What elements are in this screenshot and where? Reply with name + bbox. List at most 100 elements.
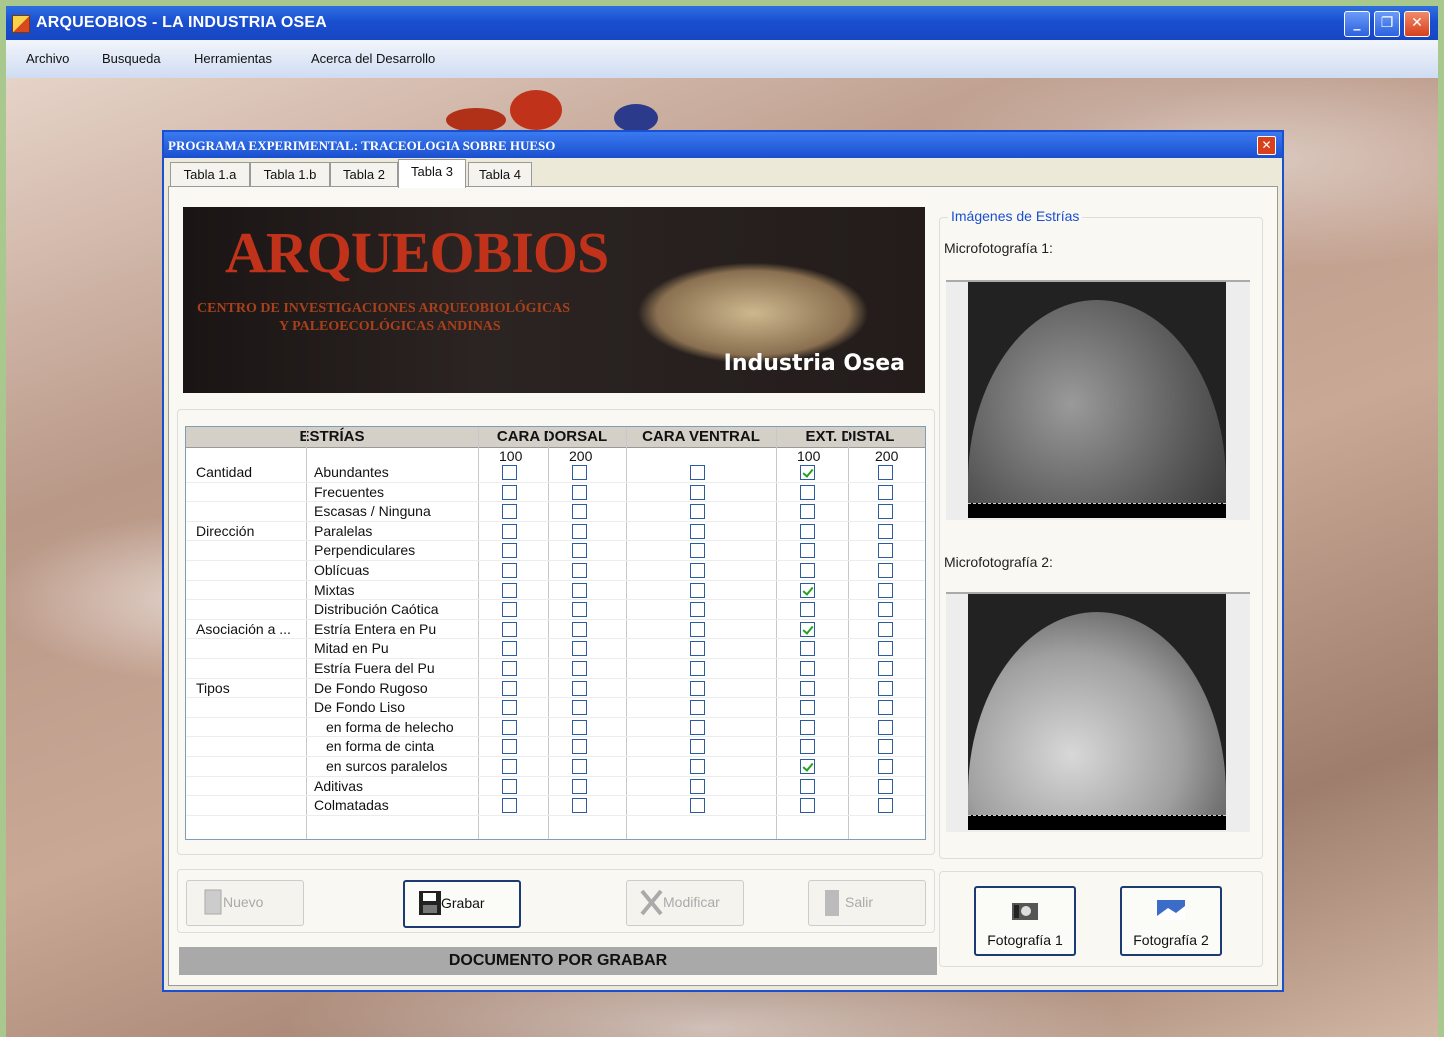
- row-checkbox[interactable]: [800, 680, 815, 696]
- row-checkbox[interactable]: [800, 661, 815, 676]
- row-checkbox[interactable]: [572, 700, 587, 716]
- row-checkbox[interactable]: [572, 582, 587, 598]
- row-checkbox[interactable]: [690, 484, 705, 500]
- row-checkbox[interactable]: [572, 563, 587, 578]
- row-checkbox[interactable]: [800, 563, 815, 578]
- row-checkbox[interactable]: [690, 739, 705, 755]
- row-checkbox[interactable]: [572, 739, 587, 755]
- row-checkbox[interactable]: [800, 465, 815, 480]
- row-checkbox[interactable]: [690, 465, 705, 480]
- tab-tabla-4[interactable]: Tabla 4: [468, 162, 532, 187]
- row-checkbox[interactable]: [502, 778, 517, 794]
- fotografia-1-button[interactable]: Fotografía 1: [974, 886, 1076, 956]
- row-checkbox[interactable]: [800, 798, 815, 814]
- tab-tabla-2[interactable]: Tabla 2: [330, 162, 398, 187]
- row-checkbox[interactable]: [878, 778, 893, 794]
- row-checkbox[interactable]: [690, 798, 705, 814]
- row-checkbox[interactable]: [572, 641, 587, 657]
- row-checkbox[interactable]: [878, 641, 893, 657]
- row-checkbox[interactable]: [800, 759, 815, 774]
- row-checkbox[interactable]: [502, 523, 517, 539]
- tab-tabla-1b[interactable]: Tabla 1.b: [250, 162, 330, 187]
- row-checkbox[interactable]: [572, 680, 587, 696]
- row-checkbox[interactable]: [572, 602, 587, 618]
- row-checkbox[interactable]: [878, 719, 893, 735]
- title-bar[interactable]: ARQUEOBIOS - LA INDUSTRIA OSEA _ ❐ ✕: [6, 6, 1438, 40]
- row-checkbox[interactable]: [690, 661, 705, 676]
- modificar-button[interactable]: Modificar: [626, 880, 744, 926]
- salir-button[interactable]: Salir: [808, 880, 926, 926]
- row-checkbox[interactable]: [878, 798, 893, 814]
- row-checkbox[interactable]: [502, 563, 517, 578]
- row-checkbox[interactable]: [878, 543, 893, 559]
- row-checkbox[interactable]: [878, 582, 893, 598]
- row-checkbox[interactable]: [690, 582, 705, 598]
- row-checkbox[interactable]: [502, 719, 517, 735]
- dialog-title-bar[interactable]: PROGRAMA EXPERIMENTAL: TRACEOLOGIA SOBRE…: [164, 132, 1282, 158]
- tab-tabla-3[interactable]: Tabla 3: [398, 159, 466, 188]
- row-checkbox[interactable]: [878, 700, 893, 716]
- row-checkbox[interactable]: [690, 504, 705, 520]
- row-checkbox[interactable]: [878, 465, 893, 480]
- row-checkbox[interactable]: [800, 504, 815, 520]
- row-checkbox[interactable]: [502, 700, 517, 716]
- row-checkbox[interactable]: [572, 484, 587, 500]
- row-checkbox[interactable]: [690, 563, 705, 578]
- row-checkbox[interactable]: [800, 700, 815, 716]
- row-checkbox[interactable]: [800, 523, 815, 539]
- row-checkbox[interactable]: [800, 641, 815, 657]
- row-checkbox[interactable]: [800, 602, 815, 618]
- row-checkbox[interactable]: [502, 602, 517, 618]
- row-checkbox[interactable]: [878, 484, 893, 500]
- row-checkbox[interactable]: [502, 739, 517, 755]
- row-checkbox[interactable]: [572, 778, 587, 794]
- row-checkbox[interactable]: [502, 543, 517, 559]
- row-checkbox[interactable]: [690, 778, 705, 794]
- row-checkbox[interactable]: [878, 602, 893, 618]
- menu-archivo[interactable]: Archivo: [26, 51, 69, 66]
- row-checkbox[interactable]: [690, 523, 705, 539]
- row-checkbox[interactable]: [502, 465, 517, 480]
- row-checkbox[interactable]: [690, 641, 705, 657]
- row-checkbox[interactable]: [800, 582, 815, 598]
- row-checkbox[interactable]: [878, 504, 893, 520]
- menu-herramientas[interactable]: Herramientas: [194, 51, 272, 66]
- tab-tabla-1a[interactable]: Tabla 1.a: [170, 162, 250, 187]
- menu-acerca[interactable]: Acerca del Desarrollo: [311, 51, 435, 66]
- row-checkbox[interactable]: [878, 523, 893, 539]
- row-checkbox[interactable]: [690, 621, 705, 637]
- row-checkbox[interactable]: [572, 661, 587, 676]
- minimize-button[interactable]: _: [1344, 11, 1370, 37]
- row-checkbox[interactable]: [502, 504, 517, 520]
- row-checkbox[interactable]: [878, 739, 893, 755]
- row-checkbox[interactable]: [502, 484, 517, 500]
- row-checkbox[interactable]: [690, 700, 705, 716]
- fotografia-2-button[interactable]: Fotografía 2: [1120, 886, 1222, 956]
- grabar-button[interactable]: Grabar: [403, 880, 521, 928]
- dialog-close-button[interactable]: ✕: [1257, 136, 1276, 155]
- row-checkbox[interactable]: [690, 719, 705, 735]
- row-checkbox[interactable]: [878, 661, 893, 676]
- row-checkbox[interactable]: [502, 680, 517, 696]
- row-checkbox[interactable]: [800, 739, 815, 755]
- row-checkbox[interactable]: [572, 719, 587, 735]
- row-checkbox[interactable]: [572, 543, 587, 559]
- row-checkbox[interactable]: [878, 680, 893, 696]
- row-checkbox[interactable]: [572, 759, 587, 774]
- row-checkbox[interactable]: [800, 621, 815, 637]
- row-checkbox[interactable]: [800, 778, 815, 794]
- row-checkbox[interactable]: [800, 484, 815, 500]
- row-checkbox[interactable]: [690, 543, 705, 559]
- row-checkbox[interactable]: [502, 661, 517, 676]
- row-checkbox[interactable]: [800, 719, 815, 735]
- row-checkbox[interactable]: [502, 621, 517, 637]
- row-checkbox[interactable]: [502, 641, 517, 657]
- row-checkbox[interactable]: [800, 543, 815, 559]
- close-button[interactable]: ✕: [1404, 11, 1430, 37]
- nuevo-button[interactable]: Nuevo: [186, 880, 304, 926]
- row-checkbox[interactable]: [572, 798, 587, 814]
- row-checkbox[interactable]: [690, 680, 705, 696]
- row-checkbox[interactable]: [572, 621, 587, 637]
- row-checkbox[interactable]: [502, 759, 517, 774]
- row-checkbox[interactable]: [878, 621, 893, 637]
